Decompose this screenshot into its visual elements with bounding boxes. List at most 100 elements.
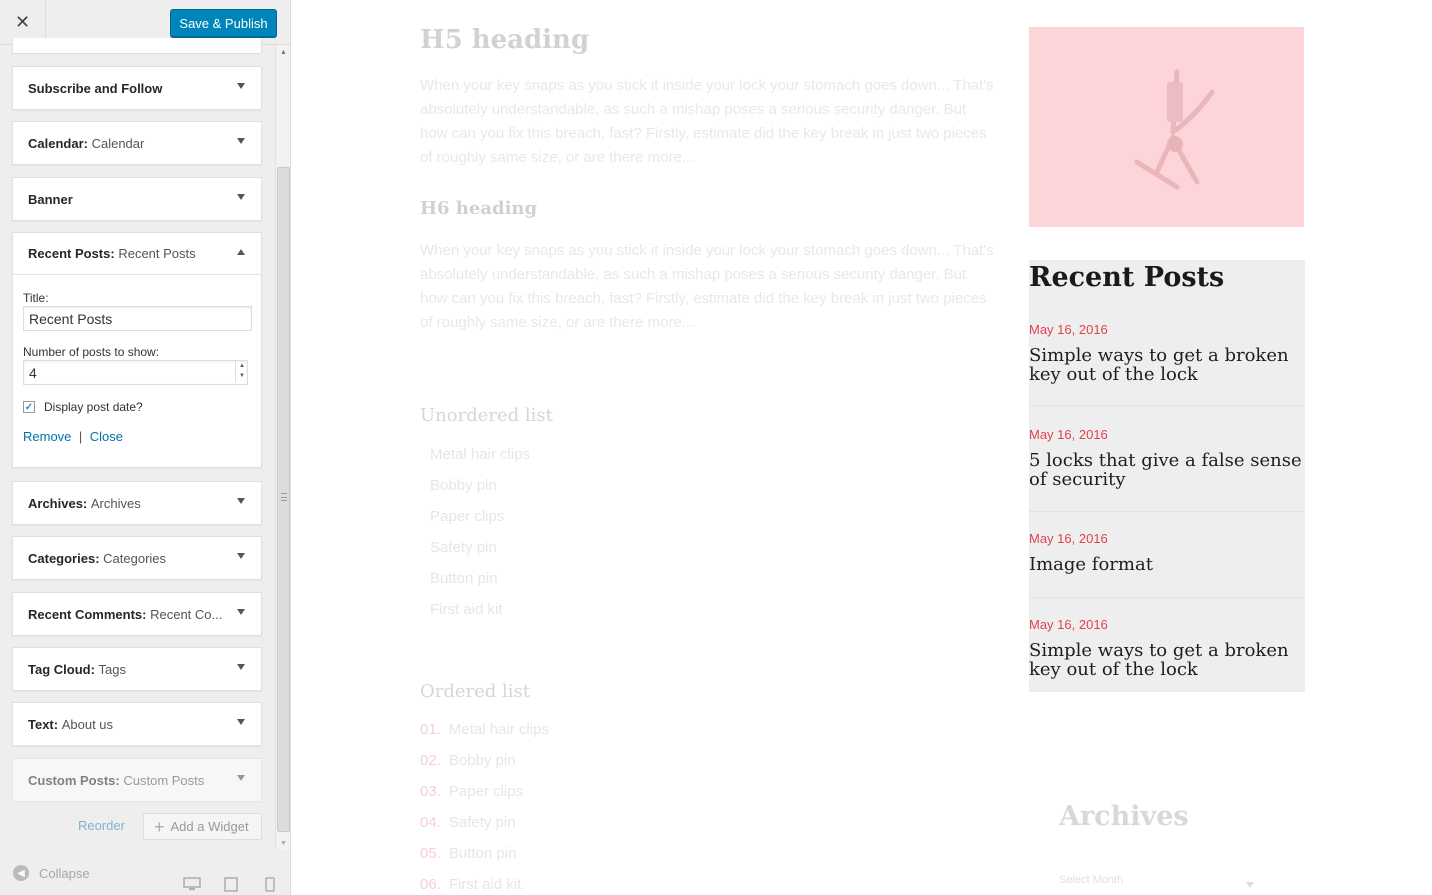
featured-image[interactable]	[1029, 27, 1304, 227]
count-input[interactable]	[23, 360, 248, 385]
list-item: 03. Paper clips	[420, 783, 524, 800]
widget-tag-cloud[interactable]: Tag Cloud: Tags	[12, 647, 262, 691]
scrollbar-thumb[interactable]	[277, 167, 290, 832]
widget-calendar[interactable]: Calendar: Calendar	[12, 121, 262, 165]
widget-header[interactable]: Recent Posts: Recent Posts	[13, 233, 261, 275]
post-link[interactable]: Image format	[1029, 555, 1305, 574]
recent-post-item: May 16, 2016 Simple ways to get a broken…	[1029, 617, 1305, 692]
collapse-button[interactable]: ◀ Collapse	[13, 865, 90, 881]
save-publish-button[interactable]: Save & Publish	[170, 9, 277, 37]
actions-separator: |	[78, 429, 83, 444]
widget-name: Recent Comments	[28, 606, 143, 622]
mobile-preview-icon[interactable]	[265, 877, 275, 892]
recent-post-item: May 16, 2016 Image format	[1029, 531, 1305, 598]
close-icon[interactable]: ✕	[15, 12, 30, 33]
chevron-up-icon[interactable]	[237, 249, 245, 255]
post-link[interactable]: Simple ways to get a broken key out of t…	[1029, 641, 1305, 679]
sidebar-scrollbar[interactable]: ▲ ▼	[275, 45, 290, 850]
plus-icon: +	[154, 816, 165, 837]
widget-name: Archives	[28, 495, 83, 511]
widget-name: Banner	[28, 191, 73, 207]
post-date: May 16, 2016	[1029, 531, 1108, 546]
widget-header[interactable]: Text: About us	[13, 703, 261, 745]
widget-subscribe-follow[interactable]: Subscribe and Follow	[12, 66, 262, 110]
scroll-up-icon[interactable]: ▲	[276, 45, 290, 59]
chevron-down-icon[interactable]	[237, 719, 245, 725]
widget-categories[interactable]: Categories: Categories	[12, 536, 262, 580]
widget-form: Title: Number of posts to show: ▲ ▼ ✓ Di…	[13, 291, 261, 446]
widget-title: About us	[61, 716, 114, 732]
preview-h5-heading: H5 heading	[420, 25, 590, 55]
widget-name: Tag Cloud	[28, 661, 91, 677]
widget-text[interactable]: Text: About us	[12, 702, 262, 746]
widget-header[interactable]: Banner	[13, 178, 261, 220]
widget-name: Categories	[28, 550, 96, 566]
widget-recent-posts[interactable]: Recent Posts: Recent Posts Title: Number…	[12, 232, 262, 468]
chevron-down-icon[interactable]	[1246, 882, 1254, 888]
grip-icon	[281, 493, 287, 501]
title-input[interactable]	[23, 306, 252, 331]
site-preview[interactable]: H5 heading When your key snaps as you st…	[291, 0, 1432, 895]
list-item: Bobby pin	[430, 477, 497, 494]
widget-partial-top	[12, 38, 262, 54]
customizer-footer: ◀ Collapse	[0, 853, 290, 895]
customizer-sidebar: ✕ Save & Publish Subscribe and Follow Ca…	[0, 0, 291, 895]
list-item: 05. Button pin	[420, 845, 517, 862]
tablet-preview-icon[interactable]	[224, 877, 238, 892]
widget-header[interactable]: Subscribe and Follow	[13, 67, 261, 109]
list-item: 02. Bobby pin	[420, 752, 516, 769]
add-widget-button[interactable]: + Add a Widget	[143, 813, 262, 840]
widget-actions: Remove | Close	[23, 428, 251, 446]
post-link[interactable]: Simple ways to get a broken key out of t…	[1029, 346, 1305, 384]
widget-header[interactable]: Recent Comments: Recent Co...	[13, 593, 261, 635]
chevron-down-icon[interactable]	[237, 194, 245, 200]
widget-header[interactable]: Categories: Categories	[13, 537, 261, 579]
chevron-down-icon[interactable]	[237, 138, 245, 144]
widget-name: Text	[28, 716, 54, 732]
tools-illustration	[1134, 69, 1214, 190]
chevron-down-icon[interactable]	[237, 609, 245, 615]
widget-name: Recent Posts	[28, 246, 111, 261]
recent-post-item: May 16, 2016 Simple ways to get a broken…	[1029, 322, 1305, 406]
widget-header[interactable]: Custom Posts: Custom Posts	[13, 759, 261, 801]
widget-title: Recent Posts	[118, 246, 196, 261]
show-date-row: ✓ Display post date?	[23, 400, 251, 414]
widget-header[interactable]: Archives: Archives	[13, 482, 261, 524]
chevron-down-icon[interactable]	[237, 498, 245, 504]
spin-down-icon[interactable]: ▼	[236, 371, 248, 381]
list-item: Safety pin	[430, 539, 497, 556]
close-link[interactable]: Close	[90, 429, 123, 444]
widget-header[interactable]: Calendar: Calendar	[13, 122, 261, 164]
list-item: 01. Metal hair clips	[420, 721, 549, 738]
list-item: 04. Safety pin	[420, 814, 516, 831]
number-spinner[interactable]: ▲ ▼	[235, 361, 248, 382]
chevron-down-icon[interactable]	[237, 553, 245, 559]
recent-posts-title: Recent Posts	[1029, 262, 1225, 293]
chevron-down-icon[interactable]	[237, 664, 245, 670]
preview-h6-paragraph: When your key snaps as you stick it insi…	[420, 242, 994, 331]
show-date-checkbox[interactable]: ✓	[23, 401, 35, 413]
widget-custom-posts[interactable]: Custom Posts: Custom Posts	[12, 758, 262, 802]
desktop-preview-icon[interactable]	[183, 877, 201, 891]
widget-archives[interactable]: Archives: Archives	[12, 481, 262, 525]
widget-name: Custom Posts	[28, 772, 116, 788]
widget-title: Archives	[90, 495, 141, 511]
chevron-down-icon[interactable]	[237, 775, 245, 781]
chevron-down-icon[interactable]	[237, 83, 245, 89]
post-link[interactable]: 5 locks that give a false sense of secur…	[1029, 451, 1305, 489]
widget-banner[interactable]: Banner	[12, 177, 262, 221]
recent-post-item: May 16, 2016 5 locks that give a false s…	[1029, 427, 1305, 512]
spin-up-icon[interactable]: ▲	[236, 361, 248, 371]
recent-posts-widget: Recent Posts May 16, 2016 Simple ways to…	[1029, 260, 1305, 692]
widget-title: Custom Posts	[123, 772, 205, 788]
remove-link[interactable]: Remove	[23, 429, 71, 444]
widget-recent-comments[interactable]: Recent Comments: Recent Co...	[12, 592, 262, 636]
scroll-down-icon[interactable]: ▼	[276, 836, 290, 850]
show-date-label: Display post date?	[44, 400, 143, 414]
widget-header[interactable]: Tag Cloud: Tags	[13, 648, 261, 690]
reorder-link[interactable]: Reorder	[78, 818, 125, 833]
preview-unordered-title: Unordered list	[420, 405, 553, 426]
preview-h5-paragraph: When your key snaps as you stick it insi…	[420, 77, 994, 166]
widget-name: Subscribe and Follow	[28, 80, 163, 96]
count-field: ▲ ▼	[23, 360, 248, 385]
